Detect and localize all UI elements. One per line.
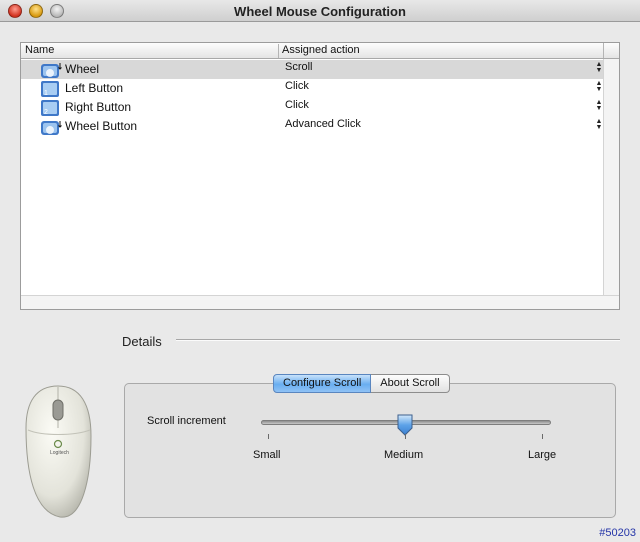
mouse-image: Logitech	[25, 385, 92, 518]
table-row-wheel[interactable]: Wheel Scroll ▲ ▼	[21, 60, 603, 79]
assigned-action-popup[interactable]: Click	[285, 80, 309, 92]
svg-text:2: 2	[44, 109, 48, 116]
row-name: Left Button	[65, 81, 124, 95]
popup-arrows-icon[interactable]: ▲ ▼	[595, 99, 603, 112]
popup-arrows-icon[interactable]: ▲ ▼	[595, 80, 603, 93]
left-button-icon: 1	[41, 81, 59, 97]
row-name: Wheel Button	[65, 119, 138, 133]
app-window: Wheel Mouse Configuration Name Assigned …	[0, 0, 640, 542]
right-button-icon: 2	[41, 100, 59, 116]
vertical-scrollbar[interactable]	[603, 59, 619, 297]
footer-id: #50203	[599, 527, 636, 539]
column-header-assigned-action[interactable]: Assigned action	[278, 44, 360, 58]
table-row-left-button[interactable]: 1 Left Button Click ▲ ▼	[21, 79, 603, 98]
title-bar[interactable]: Wheel Mouse Configuration	[0, 0, 640, 22]
table-body: Wheel Scroll ▲▼ 1 Left Button Click ▲▼	[21, 60, 603, 136]
row-name: Right Button	[65, 100, 132, 114]
popup-arrows-icon[interactable]: ▲ ▼	[595, 61, 603, 74]
slider-knob[interactable]	[396, 414, 414, 436]
window-title: Wheel Mouse Configuration	[234, 4, 406, 19]
details-tab-control: Configure Scroll About Scroll	[273, 374, 450, 393]
scroll-increment-label: Scroll increment	[147, 415, 226, 427]
popup-arrows-icon[interactable]: ▲ ▼	[595, 118, 603, 131]
tab-configure-scroll[interactable]: Configure Scroll	[273, 374, 372, 393]
svg-text:1: 1	[44, 90, 48, 97]
horizontal-scrollbar[interactable]	[21, 295, 619, 309]
row-name: Wheel	[65, 62, 100, 76]
table-header: Name Assigned action	[21, 43, 619, 59]
wheel-button-icon	[41, 121, 62, 135]
mouse-logo-text: Logitech	[50, 450, 69, 456]
header-corner	[603, 43, 619, 58]
table-row-wheel-button[interactable]: Wheel Button Advanced Click ▲ ▼	[21, 117, 603, 136]
slider-tick-small	[268, 434, 269, 439]
column-header-name[interactable]: Name	[25, 44, 54, 56]
details-heading: Details	[122, 334, 162, 349]
details-divider	[176, 339, 620, 341]
wheel-icon	[41, 63, 62, 78]
tick-label-medium: Medium	[384, 449, 424, 461]
assigned-action-popup[interactable]: Advanced Click	[285, 118, 361, 130]
tab-about-scroll[interactable]: About Scroll	[371, 374, 450, 393]
assigned-action-popup[interactable]: Click	[285, 99, 309, 111]
tick-label-small: Small	[253, 449, 281, 461]
tick-label-large: Large	[528, 449, 557, 461]
slider-tick-medium	[405, 434, 406, 439]
button-assignment-table: Name Assigned action Wheel Scroll ▲ ▼ 1 …	[20, 42, 620, 310]
table-row-right-button[interactable]: 2 Right Button Click ▲ ▼	[21, 98, 603, 117]
slider-tick-large	[542, 434, 543, 439]
assigned-action-popup[interactable]: Scroll	[285, 61, 313, 73]
